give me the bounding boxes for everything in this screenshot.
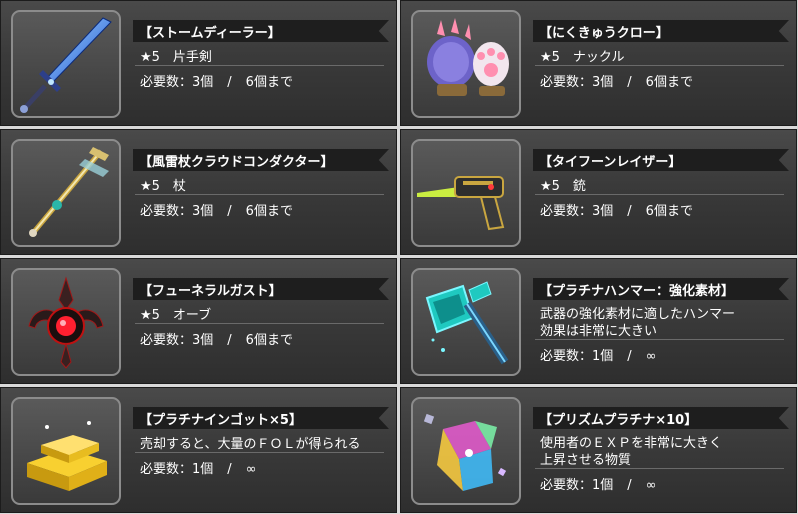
item-card-prism-platinum[interactable]: 【プリズムプラチナ×10】 使用者のＥＸＰを非常に大きく 上昇させる物質 必要数… [400, 387, 797, 513]
hammer-icon [425, 281, 509, 365]
required-label: 必要数：3個 [540, 204, 614, 219]
required-label: 必要数：1個 [140, 462, 214, 477]
item-card-funeral-gust[interactable]: 【フューネラルガスト】 ★5 オーブ 必要数：3個 / 6個まで [0, 258, 397, 384]
divider [535, 468, 784, 469]
divider [135, 65, 384, 66]
slash-separator: / [627, 204, 632, 219]
item-desc-line: ★5 杖 [140, 179, 186, 194]
required-label: 必要数：3個 [540, 75, 614, 90]
required-label: 必要数：1個 [540, 478, 614, 493]
item-name-bar: 【風雷杖クラウドコンダクター】 [133, 149, 389, 171]
max-count: ∞ [645, 349, 657, 364]
max-count: 6個まで [245, 333, 293, 348]
required-label: 必要数：3個 [140, 333, 214, 348]
item-name-bar: 【にくきゅうクロー】 [533, 20, 789, 42]
item-thumbnail [11, 397, 121, 505]
item-desc-line: 効果は非常に大きい [540, 324, 658, 339]
item-name: 【プラチナハンマー：強化素材】 [539, 284, 735, 299]
item-name: 【フューネラルガスト】 [139, 284, 282, 299]
required-label: 必要数：3個 [140, 204, 214, 219]
item-card-platinum-ingot[interactable]: 【プラチナインゴット×5】 売却すると、大量のＦＯＬが得られる 必要数：1個 / ∞ [0, 387, 397, 513]
item-name: 【タイフーンレイザー】 [539, 155, 682, 170]
required-count: 必要数：3個 / 6個まで [140, 329, 293, 348]
item-thumbnail [411, 268, 521, 376]
item-thumbnail [411, 10, 521, 118]
item-name: 【風雷杖クラウドコンダクター】 [139, 155, 334, 170]
slash-separator: / [627, 349, 632, 364]
item-name-bar: 【タイフーンレイザー】 [533, 149, 789, 171]
item-name-bar: 【プラチナインゴット×5】 [133, 407, 389, 429]
item-name-bar: 【プラチナハンマー：強化素材】 [533, 278, 789, 300]
item-name: 【プラチナインゴット×5】 [139, 413, 302, 428]
item-name: 【プリズムプラチナ×10】 [539, 413, 698, 428]
max-count: 6個まで [645, 75, 693, 90]
divider [135, 452, 384, 453]
item-thumbnail [11, 10, 121, 118]
max-count: 6個まで [245, 75, 293, 90]
required-label: 必要数：3個 [140, 75, 214, 90]
exchange-item-grid: 【ストームディーラー】 ★5 片手剣 必要数：3個 / 6個まで 【にくきゅうクロー… [0, 0, 798, 514]
slash-separator: / [227, 204, 232, 219]
paw-claw-icon [427, 18, 509, 96]
slash-separator: / [627, 75, 632, 90]
max-count: ∞ [245, 462, 257, 477]
staff-icon [29, 147, 109, 237]
required-count: 必要数：1個 / ∞ [140, 458, 257, 477]
required-count: 必要数：1個 / ∞ [540, 474, 657, 493]
item-card-storm-dealer[interactable]: 【ストームディーラー】 ★5 片手剣 必要数：3個 / 6個まで [0, 0, 397, 126]
max-count: 6個まで [245, 204, 293, 219]
sword-icon [20, 17, 112, 113]
prism-crystal-icon [423, 413, 507, 491]
gold-ingot-icon [27, 421, 107, 491]
required-label: 必要数：1個 [540, 349, 614, 364]
item-card-cloud-conductor[interactable]: 【風雷杖クラウドコンダクター】 ★5 杖 必要数：3個 / 6個まで [0, 129, 397, 255]
required-count: 必要数：3個 / 6個まで [140, 200, 293, 219]
item-card-nikukyu-claw[interactable]: 【にくきゅうクロー】 ★5 ナックル 必要数：3個 / 6個まで [400, 0, 797, 126]
item-card-platinum-hammer[interactable]: 【プラチナハンマー：強化素材】 武器の強化素材に適したハンマー 効果は非常に大き… [400, 258, 797, 384]
slash-separator: / [227, 462, 232, 477]
item-desc-line: ★5 片手剣 [140, 50, 212, 65]
divider [535, 65, 784, 66]
item-card-typhoon-razor[interactable]: 【タイフーンレイザー】 ★5 銃 必要数：3個 / 6個まで [400, 129, 797, 255]
divider [135, 194, 384, 195]
orb-icon [28, 276, 104, 369]
required-count: 必要数：3個 / 6個まで [540, 200, 693, 219]
slash-separator: / [627, 478, 632, 493]
gun-icon [417, 176, 505, 231]
divider [135, 323, 384, 324]
item-thumbnail [11, 268, 121, 376]
required-count: 必要数：3個 / 6個まで [540, 71, 693, 90]
max-count: ∞ [645, 478, 657, 493]
item-desc-line: ★5 オーブ [140, 308, 212, 323]
item-name-bar: 【プリズムプラチナ×10】 [533, 407, 789, 429]
item-name: 【ストームディーラー】 [139, 26, 281, 41]
required-count: 必要数：1個 / ∞ [540, 345, 657, 364]
max-count: 6個まで [645, 204, 693, 219]
item-thumbnail [411, 397, 521, 505]
divider [535, 339, 784, 340]
item-thumbnail [411, 139, 521, 247]
required-count: 必要数：3個 / 6個まで [140, 71, 293, 90]
item-desc-line: ★5 ナックル [540, 50, 625, 65]
item-name-bar: 【ストームディーラー】 [133, 20, 389, 42]
item-name: 【にくきゅうクロー】 [539, 26, 669, 41]
divider [535, 194, 784, 195]
slash-separator: / [227, 75, 232, 90]
slash-separator: / [227, 333, 232, 348]
item-thumbnail [11, 139, 121, 247]
item-desc-line: 売却すると、大量のＦＯＬが得られる [140, 437, 361, 452]
item-desc-line: ★5 銃 [540, 179, 586, 194]
item-name-bar: 【フューネラルガスト】 [133, 278, 389, 300]
item-desc-line: 上昇させる物質 [540, 453, 632, 468]
